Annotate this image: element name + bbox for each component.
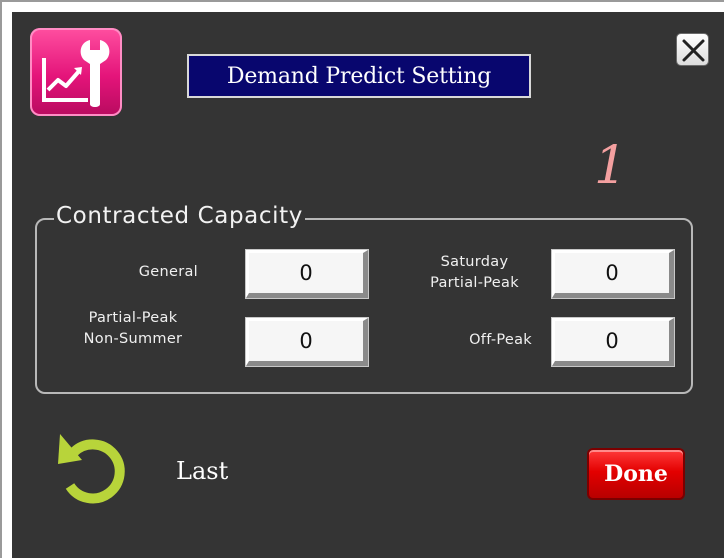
partial-peak-non-summer-label-line1: Partial-Peak: [88, 310, 178, 326]
page-number: 1: [594, 136, 628, 196]
off-peak-input[interactable]: 0: [551, 317, 675, 367]
close-button[interactable]: [676, 33, 709, 66]
saturday-partial-peak-input[interactable]: 0: [551, 249, 675, 299]
general-label: General: [108, 262, 198, 283]
saturday-partial-peak-label-line2: Partial-Peak: [430, 275, 519, 291]
saturday-partial-peak-label-line1: Saturday: [440, 254, 509, 270]
chart-wrench-icon: [30, 28, 122, 116]
contracted-capacity-group: [35, 218, 693, 394]
general-input[interactable]: 0: [245, 249, 369, 299]
partial-peak-non-summer-value: 0: [299, 329, 313, 353]
undo-arrow-icon: [58, 434, 125, 504]
done-label: Done: [604, 461, 668, 487]
partial-peak-non-summer-label-line2: Non-Summer: [83, 331, 183, 347]
off-peak-value: 0: [605, 329, 619, 353]
window-title: Demand Predict Setting: [187, 54, 531, 98]
off-peak-label-text: Off-Peak: [469, 332, 532, 348]
contracted-capacity-title: Contracted Capacity: [54, 202, 305, 230]
settings-window: Demand Predict Setting 1 Contracted Capa…: [12, 12, 724, 558]
saturday-partial-peak-value: 0: [605, 261, 619, 285]
off-peak-label: Off-Peak: [432, 330, 532, 351]
close-icon: [682, 39, 705, 62]
general-value: 0: [299, 261, 313, 285]
last-button[interactable]: [52, 424, 134, 510]
done-button[interactable]: Done: [587, 448, 685, 500]
general-label-text: General: [138, 264, 198, 280]
last-label[interactable]: Last: [176, 456, 228, 486]
partial-peak-non-summer-label: Partial-Peak Non-Summer: [68, 308, 198, 350]
saturday-partial-peak-label: Saturday Partial-Peak: [407, 252, 542, 294]
partial-peak-non-summer-input[interactable]: 0: [245, 317, 369, 367]
